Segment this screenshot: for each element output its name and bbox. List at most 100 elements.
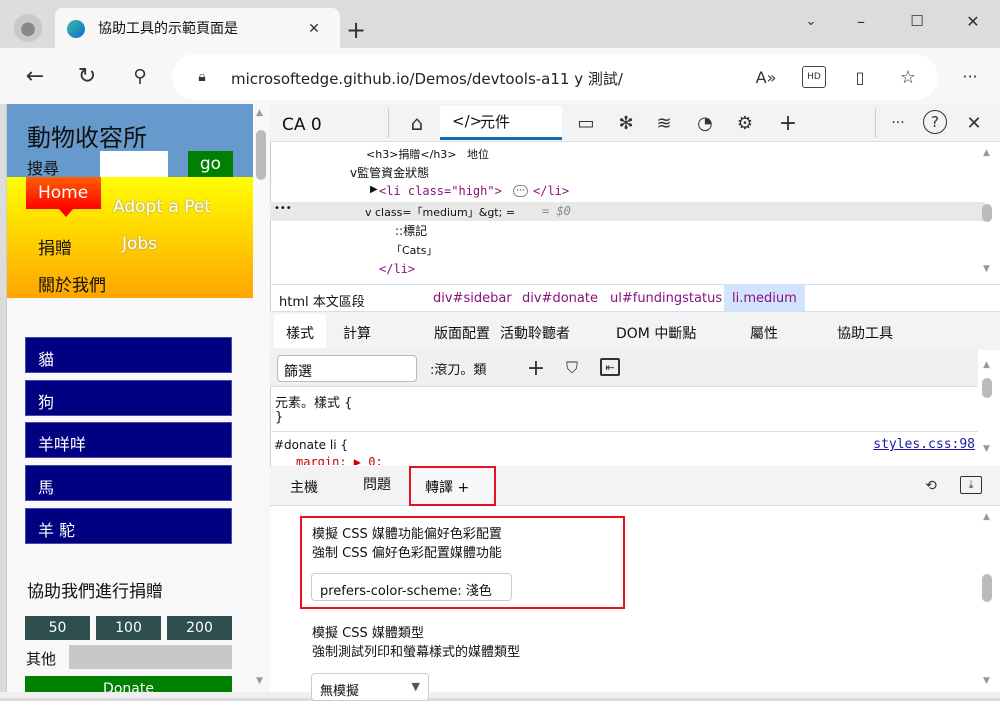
dom-ref: = $0 — [542, 204, 571, 218]
nav-item-horses[interactable]: 馬 — [25, 465, 232, 501]
media-type-value: 無模擬 — [320, 684, 360, 699]
breadcrumb-fundingstatus[interactable]: ul#fundingstatus — [610, 291, 722, 306]
ellipsis-icon[interactable]: ··· — [513, 185, 528, 197]
breadcrumb-html-body[interactable]: html 本文區段 — [279, 291, 365, 310]
nav: Home Adopt a Pet 捐贈 Jobs 關於我們 — [7, 177, 253, 298]
drawer-tab-issues[interactable]: 問題 — [363, 474, 391, 494]
hd-icon[interactable]: HD — [802, 66, 826, 88]
new-tab-icon[interactable]: + — [342, 16, 370, 44]
dom-node-li-medium: v class=「medium」&gt; = — [365, 206, 516, 219]
edge-logo-icon — [67, 20, 85, 38]
close-devtools-icon[interactable]: ✕ — [962, 110, 986, 136]
more-options-icon[interactable]: ··· — [886, 110, 910, 136]
donate-li-rule[interactable]: #donate li { — [274, 438, 348, 452]
nav-item-llamas[interactable]: 羊 駝 — [25, 508, 232, 544]
search-input[interactable] — [100, 151, 168, 178]
dom-node-li-high[interactable]: <li class="high"> — [379, 184, 502, 198]
search-icon[interactable]: ⚲ — [128, 64, 152, 88]
close-drawer-icon[interactable]: ⤓ — [960, 476, 982, 494]
immersive-reader-icon[interactable]: ▯ — [848, 66, 872, 88]
element-style-rule[interactable]: 元素。樣式 { — [275, 392, 352, 411]
bug-icon[interactable]: ✻ — [613, 110, 639, 136]
network-icon[interactable]: ≋ — [651, 110, 677, 136]
more-icon[interactable]: ··· — [958, 64, 982, 88]
tab-elements-label: 元件 — [480, 113, 511, 131]
tab-elements[interactable]: </> 元件 — [440, 106, 562, 140]
tab-computed[interactable]: 計算 — [343, 323, 371, 343]
dom-node[interactable]: v監管資金狀態 — [350, 164, 429, 181]
nav-adopt[interactable]: Adopt a Pet — [113, 197, 211, 217]
page-title: 動物收容所 — [27, 124, 147, 152]
breadcrumb-sidebar[interactable]: div#sidebar — [433, 291, 512, 306]
nav-item-dogs[interactable]: 狗 — [25, 380, 232, 416]
ca-label: CA 0 — [282, 115, 322, 135]
media-type-select[interactable]: 無模擬 ▼ — [311, 673, 429, 701]
selected-dom-row[interactable]: ••• v class=「medium」&gt; = = $0 — [270, 202, 985, 221]
tab-accessibility[interactable]: 協助工具 — [837, 323, 893, 343]
drawer-tabbar: 主機 問題 轉譯 + ⟲ ⤓ — [270, 466, 1000, 506]
go-button[interactable]: go — [188, 151, 233, 178]
nav-home[interactable]: Home — [26, 177, 101, 209]
dom-node[interactable]: <h3>捐贈</h3> — [366, 146, 457, 162]
console-icon[interactable]: ▭ — [573, 110, 599, 136]
styles-source-link[interactable]: styles.css:98 — [873, 437, 975, 452]
filter-input[interactable]: 篩選 — [277, 355, 417, 382]
tab-list-icon[interactable]: ⌄ — [800, 10, 822, 32]
refresh-icon[interactable]: ↻ — [74, 64, 100, 89]
toggle-sidebar-icon[interactable]: ⇤ — [600, 358, 620, 376]
color-scheme-desc: 強制 CSS 偏好色彩配置媒體功能 — [312, 546, 502, 561]
drawer-tab-rendering[interactable]: 轉譯 + — [409, 466, 496, 506]
minimize-icon[interactable]: – — [850, 10, 872, 32]
close-icon[interactable]: ✕ — [305, 20, 323, 38]
nav-donate[interactable]: 捐贈 — [38, 234, 72, 259]
nav-jobs[interactable]: Jobs — [122, 234, 157, 254]
expand-icon[interactable]: ▶ — [370, 184, 378, 195]
search-label: 搜尋 — [27, 159, 60, 178]
code-icon: </> — [452, 112, 483, 130]
read-aloud-icon[interactable]: A» — [754, 66, 778, 88]
other-label: 其他 — [26, 650, 57, 668]
close-window-icon[interactable]: ✕ — [962, 10, 984, 32]
amount-50[interactable]: 50 — [25, 616, 90, 640]
page-header: 動物收容所 搜尋 go — [7, 104, 253, 178]
donate-heading: 協助我們進行捐贈 — [27, 582, 163, 602]
performance-icon[interactable]: ◔ — [692, 110, 718, 136]
dom-scrollbar[interactable]: ▲ ▼ — [980, 142, 994, 283]
nav-item-cats[interactable]: 貓 — [25, 337, 232, 373]
hov-cls-toggle[interactable]: :滾刀。類 — [430, 359, 486, 378]
styles-tabbar: 樣式 計算 版面配置 活動聆聽者 DOM 中斷點 屬性 協助工具 — [270, 312, 1000, 350]
nav-about[interactable]: 關於我們 — [38, 271, 106, 296]
other-amount-input[interactable] — [69, 645, 232, 669]
profile-icon[interactable]: ● — [14, 14, 42, 42]
back-icon[interactable]: ← — [22, 64, 48, 89]
favorite-icon[interactable]: ☆ — [896, 66, 920, 88]
page-scrollbar[interactable]: ▲ ▼ — [254, 104, 268, 692]
memory-chip-icon[interactable]: ⚙ — [732, 110, 758, 136]
paint-brush-icon[interactable]: ⛉ — [562, 356, 582, 380]
welcome-home-icon[interactable]: ⌂ — [404, 110, 430, 136]
margin-property[interactable]: margin: ▶ 0; — [296, 455, 383, 465]
styles-scrollbar[interactable]: ▲ ▼ — [980, 352, 994, 464]
help-icon[interactable]: ? — [923, 110, 947, 134]
drawer-tab-console[interactable]: 主機 — [290, 477, 318, 497]
tab-dom-breakpoints[interactable]: DOM 中斷點 — [616, 323, 696, 343]
breadcrumb-donate[interactable]: div#donate — [522, 291, 598, 306]
rendering-scrollbar[interactable]: ▲ ▼ — [980, 508, 994, 692]
donate-button[interactable]: Donate — [25, 676, 232, 692]
tab-layout[interactable]: 版面配置 — [434, 323, 490, 343]
new-style-rule-icon[interactable]: + — [524, 356, 548, 381]
nav-item-sheep[interactable]: 羊咩咩 — [25, 422, 232, 458]
amount-100[interactable]: 100 — [96, 616, 161, 640]
tab-styles[interactable]: 樣式 — [274, 314, 326, 348]
address-bar[interactable]: 🔒︎ microsoftedge.github.io/Demos/devtool… — [172, 54, 938, 100]
dom-node-close: </li> — [379, 262, 416, 276]
maximize-icon[interactable]: ☐ — [906, 10, 928, 32]
tab-event-listeners[interactable]: 活動聆聽者 — [500, 323, 570, 343]
color-scheme-select[interactable]: prefers-color-scheme: 淺色 — [311, 573, 512, 601]
tab-properties[interactable]: 屬性 — [750, 323, 778, 343]
browser-tab[interactable]: 協助工具的示範頁面是 ✕ — [55, 8, 340, 48]
breadcrumb-li-medium[interactable]: li.medium — [724, 285, 805, 311]
move-to-top-icon[interactable]: ⟲ — [920, 476, 942, 496]
amount-200[interactable]: 200 — [167, 616, 232, 640]
more-tools-plus-icon[interactable]: + — [775, 110, 801, 136]
